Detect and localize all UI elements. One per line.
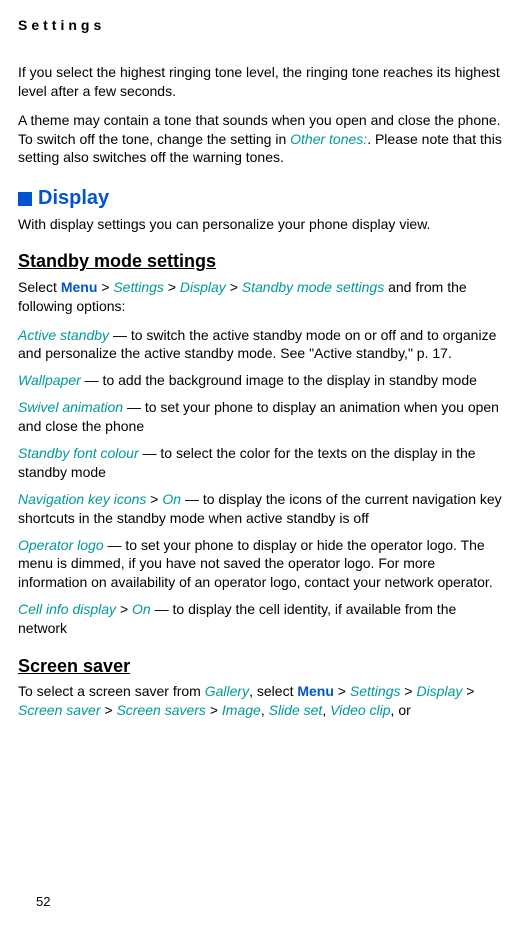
screensaver-paragraph: To select a screen saver from Gallery, s… — [18, 682, 503, 720]
active-standby-link[interactable]: Active standby — [18, 327, 109, 343]
screensaver-path[interactable]: Screen saver — [18, 702, 100, 718]
page-number: 52 — [36, 893, 50, 911]
standby-select-path: Select Menu > Settings > Display > Stand… — [18, 278, 503, 316]
menu-path[interactable]: Menu — [61, 279, 98, 295]
sep: > — [400, 683, 416, 699]
settings-path[interactable]: Settings — [113, 279, 164, 295]
videoclip-link[interactable]: Video clip — [330, 702, 390, 718]
operator-logo-entry: Operator logo — to set your phone to dis… — [18, 536, 503, 593]
sep: > — [164, 279, 180, 295]
wallpaper-link[interactable]: Wallpaper — [18, 372, 81, 388]
nav-icons-link[interactable]: Navigation key icons — [18, 491, 146, 507]
intro-paragraph-1: If you select the highest ringing tone l… — [18, 63, 503, 101]
on-link[interactable]: On — [162, 491, 181, 507]
standby-path[interactable]: Standby mode settings — [242, 279, 384, 295]
sep: > — [462, 683, 474, 699]
screensavers-path[interactable]: Screen savers — [116, 702, 205, 718]
comma-1: , — [261, 702, 269, 718]
cell-info-entry: Cell info display > On — to display the … — [18, 600, 503, 638]
ss-text-b: , select — [249, 683, 297, 699]
ss-text-c: , or — [391, 702, 411, 718]
select-prefix: Select — [18, 279, 61, 295]
screensaver-subheading: Screen saver — [18, 654, 503, 678]
operator-logo-link[interactable]: Operator logo — [18, 537, 104, 553]
square-bullet-icon — [18, 192, 32, 206]
font-colour-link[interactable]: Standby font colour — [18, 445, 139, 461]
comma-2: , — [322, 702, 330, 718]
sep: > — [146, 491, 162, 507]
intro-paragraph-2: A theme may contain a tone that sounds w… — [18, 111, 503, 168]
sep: > — [116, 601, 132, 617]
display-intro: With display settings you can personaliz… — [18, 215, 503, 234]
swivel-link[interactable]: Swivel animation — [18, 399, 123, 415]
ss-text-a: To select a screen saver from — [18, 683, 205, 699]
nav-icons-entry: Navigation key icons > On — to display t… — [18, 490, 503, 528]
display-path[interactable]: Display — [180, 279, 226, 295]
sep: > — [226, 279, 242, 295]
display-section-heading: Display — [18, 185, 503, 212]
menu-path-2[interactable]: Menu — [297, 683, 334, 699]
sep: > — [97, 279, 113, 295]
active-standby-entry: Active standby — to switch the active st… — [18, 326, 503, 364]
font-colour-entry: Standby font colour — to select the colo… — [18, 444, 503, 482]
display-heading-label: Display — [38, 188, 109, 210]
gallery-link[interactable]: Gallery — [205, 683, 249, 699]
display-path-2[interactable]: Display — [416, 683, 462, 699]
sep: > — [206, 702, 222, 718]
page-header: Settings — [18, 16, 503, 35]
sep: > — [334, 683, 350, 699]
swivel-entry: Swivel animation — to set your phone to … — [18, 398, 503, 436]
settings-path-2[interactable]: Settings — [350, 683, 401, 699]
standby-subheading: Standby mode settings — [18, 249, 503, 273]
wallpaper-entry: Wallpaper — to add the background image … — [18, 371, 503, 390]
image-link[interactable]: Image — [222, 702, 261, 718]
slideset-link[interactable]: Slide set — [269, 702, 323, 718]
wallpaper-desc: — to add the background image to the dis… — [81, 372, 477, 388]
other-tones-link[interactable]: Other tones: — [290, 131, 367, 147]
on-link-2[interactable]: On — [132, 601, 151, 617]
sep: > — [100, 702, 116, 718]
cell-info-link[interactable]: Cell info display — [18, 601, 116, 617]
